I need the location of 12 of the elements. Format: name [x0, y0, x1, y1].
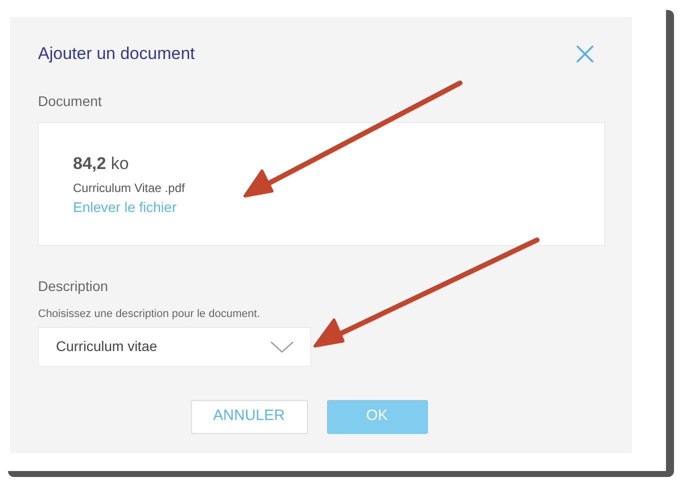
- ok-button[interactable]: OK: [326, 400, 428, 434]
- section-label: Document: [38, 92, 102, 111]
- dialog-title: Ajouter un document: [38, 43, 195, 66]
- close-icon[interactable]: [575, 44, 595, 64]
- description-select[interactable]: Curriculum vitae: [38, 326, 311, 366]
- remove-file-link[interactable]: Enlever le fichier: [73, 196, 176, 218]
- cancel-button[interactable]: ANNULER: [190, 400, 308, 434]
- field-hint: Choisissez une description pour le document.: [38, 307, 260, 322]
- file-name: Curriculum Vitae .pdf: [73, 180, 185, 196]
- chevron-down-icon: [270, 340, 294, 352]
- file-size: 84,2 ko: [73, 153, 129, 175]
- section-label: Description: [38, 277, 108, 296]
